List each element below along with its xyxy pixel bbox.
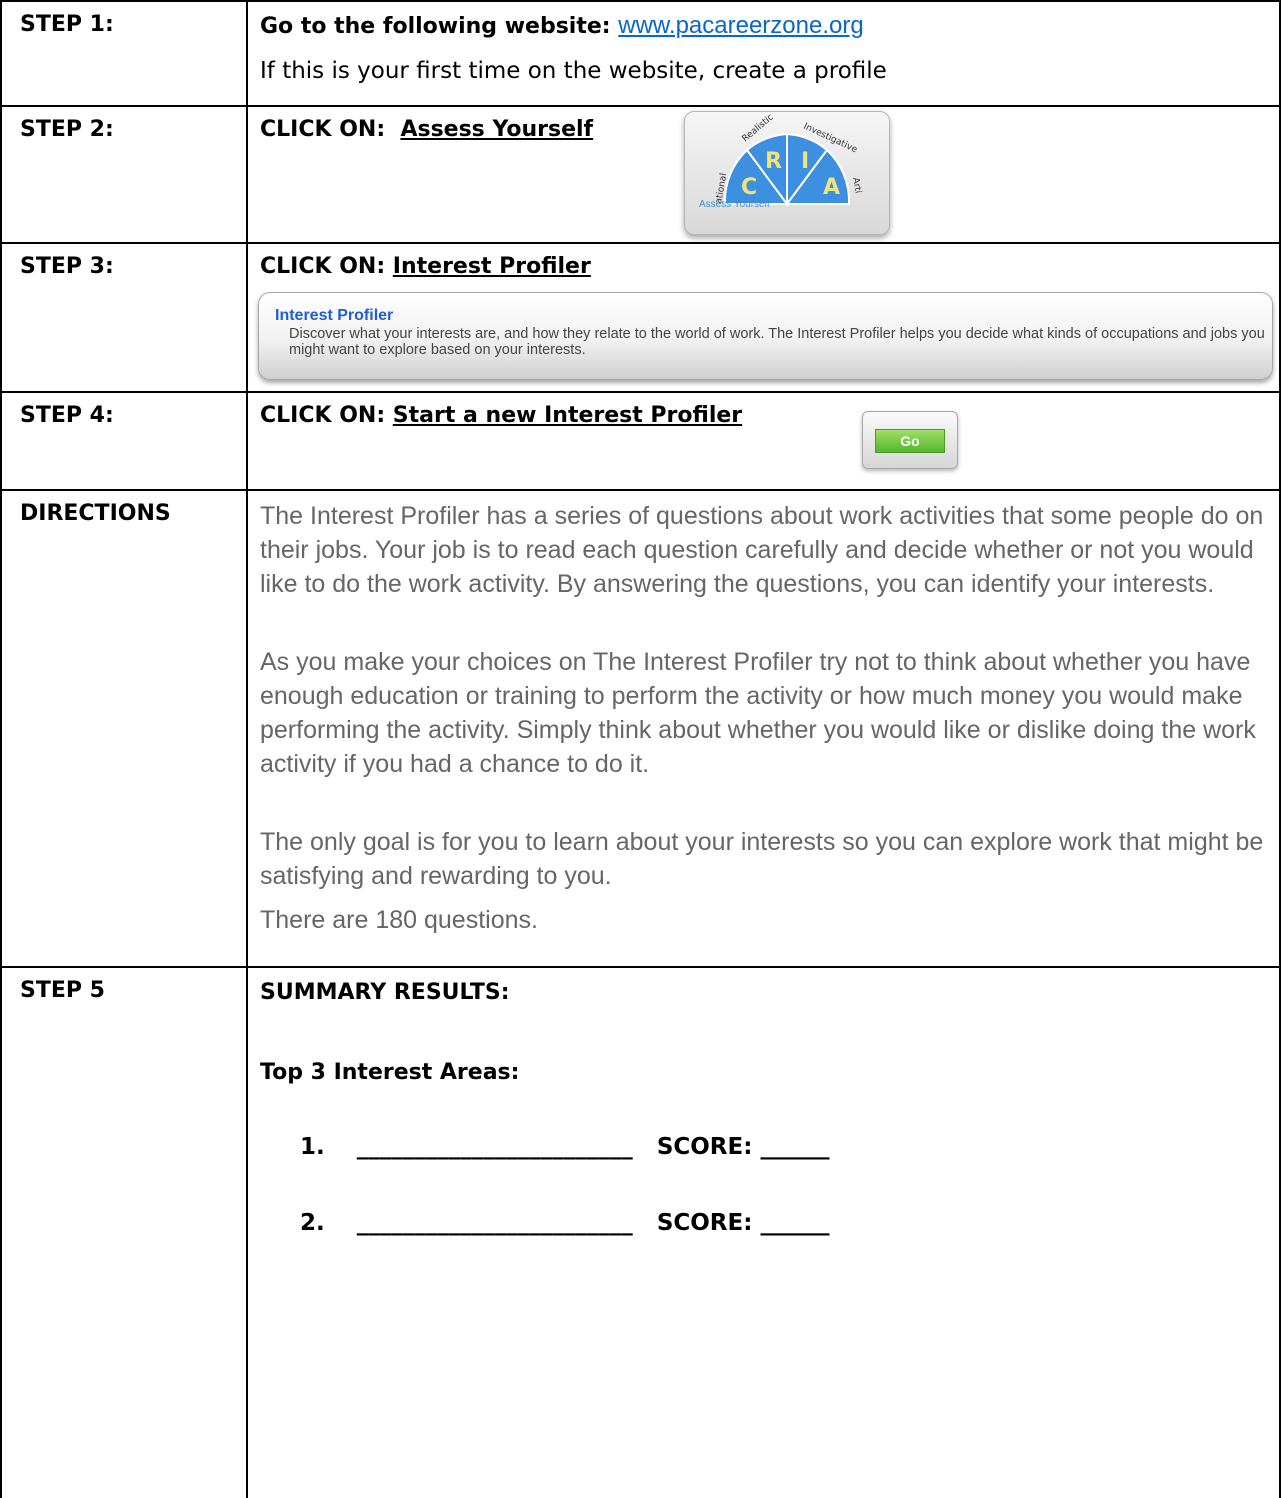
instruction-prefix: CLICK ON:	[260, 403, 386, 428]
profile-note: If this is your first time on the websit…	[260, 58, 887, 84]
result-number: 2.	[300, 1210, 325, 1236]
row-step-4: STEP 4: CLICK ON: Start a new Interest P…	[0, 391, 1281, 489]
result-number: 1.	[300, 1134, 325, 1160]
banner-title[interactable]: Interest Profiler	[275, 307, 393, 325]
interest-blank[interactable]: ________________________	[357, 1210, 633, 1236]
riasec-wheel-icon: C R I A Realistic Investigative ational …	[714, 112, 863, 208]
svg-text:C: C	[741, 175, 757, 200]
score-blank[interactable]: ______	[760, 1210, 829, 1236]
banner-description: Discover what your interests are, and ho…	[289, 326, 1265, 358]
summary-heading: SUMMARY RESULTS:	[260, 980, 510, 1005]
score-blank[interactable]: ______	[760, 1134, 829, 1160]
interest-blank[interactable]: ________________________	[357, 1134, 633, 1160]
instruction-prefix: CLICK ON:	[260, 117, 386, 142]
website-link[interactable]: www.pacareerzone.org	[618, 12, 863, 39]
step-label: STEP 2:	[20, 117, 114, 142]
step-label: STEP 4:	[20, 403, 114, 428]
assess-caption: Assess Yourself	[699, 199, 770, 210]
svg-text:R: R	[765, 149, 782, 174]
step-instruction: CLICK ON: Start a new Interest Profiler	[260, 403, 742, 428]
instructions-table: STEP 1: Go to the following website: www…	[0, 0, 1281, 1498]
go-button[interactable]: Go	[862, 411, 958, 469]
row-step-3: STEP 3: CLICK ON: Interest Profiler Inte…	[0, 242, 1281, 391]
directions-paragraph-2: As you make your choices on The Interest…	[260, 648, 1256, 778]
top-interests-heading: Top 3 Interest Areas:	[260, 1060, 520, 1085]
instruction-prefix: Go to the following website:	[260, 14, 611, 39]
result-line-2: 2. ________________________ SCORE: _____…	[300, 1210, 829, 1236]
svg-text:A: A	[823, 175, 840, 200]
interest-profiler-label: Interest Profiler	[392, 254, 591, 279]
step-label: STEP 5	[20, 978, 105, 1003]
directions-paragraph-4: There are 180 questions.	[260, 906, 538, 934]
directions-paragraph-1: The Interest Profiler has a series of qu…	[260, 502, 1264, 598]
step-label: STEP 3:	[20, 254, 114, 279]
interest-profiler-banner[interactable]: Interest Profiler Discover what your int…	[258, 292, 1273, 380]
directions-label: DIRECTIONS	[20, 501, 171, 526]
start-profiler-label: Start a new Interest Profiler	[392, 403, 743, 428]
step-instruction: Go to the following website: www.pacaree…	[260, 12, 864, 40]
directions-paragraph-3: The only goal is for you to learn about …	[260, 828, 1264, 890]
go-button-label: Go	[875, 429, 945, 453]
instruction-prefix: CLICK ON:	[260, 254, 386, 279]
step-instruction: CLICK ON: Assess Yourself	[260, 117, 593, 142]
score-label: SCORE:	[656, 1134, 753, 1160]
row-directions: DIRECTIONS The Interest Profiler has a s…	[0, 489, 1281, 966]
result-line-1: 1. ________________________ SCORE: _____…	[300, 1134, 829, 1160]
row-step-5: STEP 5 SUMMARY RESULTS: Top 3 Interest A…	[0, 966, 1281, 1498]
assess-yourself-image[interactable]: C R I A Realistic Investigative ational …	[684, 111, 890, 235]
assess-yourself-label: Assess Yourself	[400, 117, 594, 142]
svg-text:Arti: Arti	[850, 177, 863, 194]
row-step-1: STEP 1: Go to the following website: www…	[0, 0, 1281, 105]
score-label: SCORE:	[656, 1210, 753, 1236]
step-instruction: CLICK ON: Interest Profiler	[260, 254, 591, 279]
svg-text:I: I	[801, 149, 809, 174]
row-step-2: STEP 2: CLICK ON: Assess Yourself C R I …	[0, 105, 1281, 242]
step-label: STEP 1:	[20, 12, 114, 37]
